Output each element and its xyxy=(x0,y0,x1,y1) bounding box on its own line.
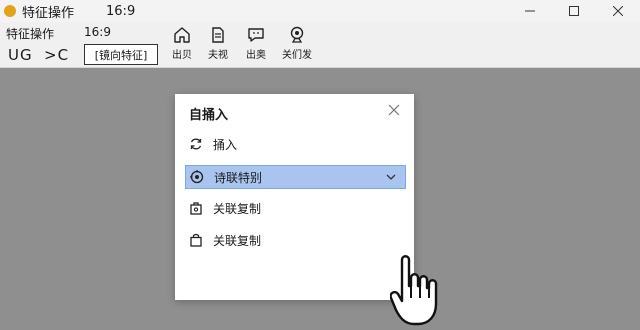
target-icon xyxy=(190,170,204,184)
toolbar-ratio: 16:9 xyxy=(84,25,111,39)
tool-camera[interactable]: 关们发 xyxy=(281,26,313,66)
home-icon xyxy=(174,27,190,43)
copy-icon xyxy=(189,201,203,215)
tool-camera-label: 关们发 xyxy=(282,50,312,61)
hand-cursor-icon xyxy=(390,255,438,326)
insert-dialog: 自捅入 捅入 诗联特别 关联复制 关联复制 xyxy=(175,94,414,300)
dialog-close-button[interactable] xyxy=(386,102,402,118)
tool-chat-label: 出奥 xyxy=(246,50,266,61)
dialog-title: 自捅入 xyxy=(189,108,229,123)
tool-home[interactable]: 出贝 xyxy=(167,26,197,66)
tool-view[interactable]: 夫视 xyxy=(203,26,233,66)
window-title: 特征操作 xyxy=(22,5,75,21)
dialog-item-linked-copy[interactable]: 关联复制 xyxy=(185,196,406,220)
window-controls xyxy=(508,0,640,22)
minimize-icon xyxy=(525,10,535,12)
dialog-item-linked-copy-2[interactable]: 关联复制 xyxy=(185,228,406,252)
ug-button[interactable]: UG xyxy=(8,46,33,64)
chevron-down-icon xyxy=(386,174,396,180)
maximize-icon xyxy=(569,6,579,16)
webcam-icon xyxy=(290,26,304,43)
minimize-button[interactable] xyxy=(508,0,552,22)
close-button[interactable] xyxy=(596,0,640,22)
close-icon xyxy=(613,6,623,16)
dialog-item-label: 捅入 xyxy=(213,137,238,152)
dialog-item-insert[interactable]: 捅入 xyxy=(185,132,406,156)
dialog-item-label: 关联复制 xyxy=(213,201,262,216)
toolbar: 特征操作 16:9 UG >C [镜向特征] 出贝 夫视 出奥 关们发 xyxy=(0,22,640,68)
tool-chat[interactable]: 出奥 xyxy=(241,26,271,66)
xc-button[interactable]: >C xyxy=(44,46,69,64)
refresh-icon xyxy=(189,137,203,151)
document-icon xyxy=(212,27,224,43)
mirror-feature-button[interactable]: [镜向特征] xyxy=(84,44,158,65)
close-icon xyxy=(388,104,400,116)
tool-view-label: 夫视 xyxy=(208,50,228,61)
dialog-item-label: 关联复制 xyxy=(213,233,262,248)
maximize-button[interactable] xyxy=(552,0,596,22)
window-ratio: 16:9 xyxy=(106,3,136,19)
app-icon xyxy=(4,5,16,17)
bag-icon xyxy=(189,233,203,247)
tool-home-label: 出贝 xyxy=(172,50,192,61)
title-bar: 特征操作 16:9 xyxy=(0,0,640,22)
dialog-item-label: 诗联特别 xyxy=(214,170,263,185)
dialog-item-associate-select[interactable]: 诗联特别 xyxy=(185,165,406,189)
toolbar-label: 特征操作 xyxy=(6,27,55,41)
chat-icon xyxy=(248,28,264,42)
